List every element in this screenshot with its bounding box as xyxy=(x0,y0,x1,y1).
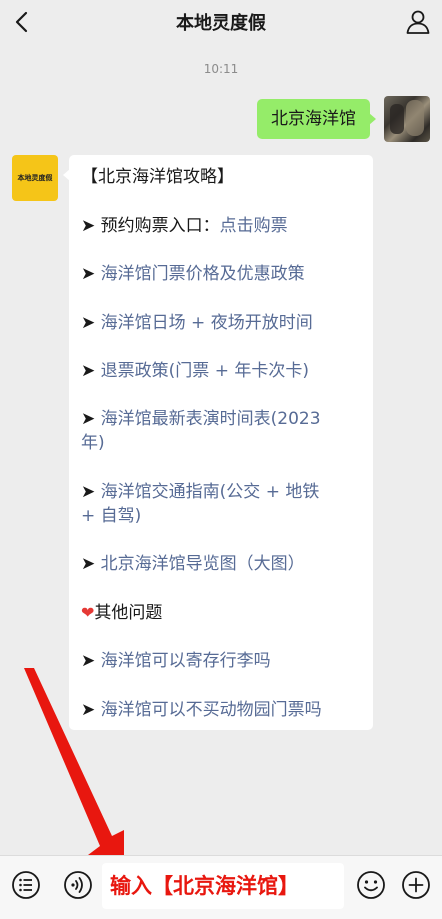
my-message-row: 北京海洋馆 xyxy=(0,96,430,144)
annotation-arrow-icon xyxy=(24,668,124,880)
transport-guide-link[interactable]: 海洋馆交通指南(公交 + 地铁 xyxy=(101,482,320,502)
my-message-bubble[interactable]: 北京海洋馆 xyxy=(257,99,376,139)
list-item: ➤ 退票政策(门票 + 年卡次卡) xyxy=(81,359,363,383)
message-timestamp: 10:11 xyxy=(203,62,239,76)
list-item: ➤ 海洋馆门票价格及优惠政策 xyxy=(81,262,363,286)
input-bar: 输入【北京海洋馆】 xyxy=(0,855,442,919)
emoji-icon[interactable] xyxy=(356,870,386,900)
list-item-continuation: + 自驾) xyxy=(81,504,363,528)
arrow-bullet-icon: ➤ xyxy=(81,216,96,236)
my-avatar[interactable] xyxy=(384,96,430,142)
person-icon[interactable] xyxy=(404,8,432,36)
show-schedule-link[interactable]: 海洋馆最新表演时间表(2023 xyxy=(101,409,321,429)
arrow-bullet-icon: ➤ xyxy=(81,482,96,502)
menu-list-icon[interactable] xyxy=(11,870,41,900)
map-link[interactable]: 北京海洋馆导览图（大图） xyxy=(101,554,305,574)
guide-heading: 【北京海洋馆攻略】 xyxy=(81,167,234,187)
show-schedule-link-cont[interactable]: 年) xyxy=(81,433,105,453)
arrow-bullet-icon: ➤ xyxy=(81,409,96,429)
voice-icon[interactable] xyxy=(63,870,93,900)
ticket-price-link[interactable]: 海洋馆门票价格及优惠政策 xyxy=(101,264,305,284)
chat-title: 本地灵度假 xyxy=(176,13,266,34)
top-bar: 本地灵度假 xyxy=(0,0,442,44)
arrow-bullet-icon: ➤ xyxy=(81,264,96,284)
list-item: ➤ 海洋馆日场 + 夜场开放时间 xyxy=(81,311,363,335)
bot-message-bubble: 【北京海洋馆攻略】 ➤ 预约购票入口：点击购票 ➤ 海洋馆门票价格及优惠政策 ➤… xyxy=(63,155,373,730)
heart-icon: ❤ xyxy=(81,603,95,622)
arrow-bullet-icon: ➤ xyxy=(81,313,96,333)
arrow-bullet-icon: ➤ xyxy=(81,554,96,574)
transport-guide-link-cont[interactable]: + 自驾) xyxy=(81,506,141,526)
official-account-avatar[interactable]: 本地灵度假 xyxy=(12,155,58,201)
list-item-continuation: 年) xyxy=(81,431,363,455)
message-input[interactable]: 输入【北京海洋馆】 xyxy=(102,863,344,909)
list-item: ➤ 海洋馆交通指南(公交 + 地铁 xyxy=(81,480,363,504)
other-questions-heading: ❤其他问题 xyxy=(81,603,163,623)
opening-hours-link[interactable]: 海洋馆日场 + 夜场开放时间 xyxy=(101,313,313,333)
plus-icon[interactable] xyxy=(401,870,431,900)
list-item: ➤ 海洋馆最新表演时间表(2023 xyxy=(81,407,363,431)
list-item: ➤ 预约购票入口：点击购票 xyxy=(81,216,288,236)
arrow-bullet-icon: ➤ xyxy=(81,361,96,381)
list-item: ➤ 北京海洋馆导览图（大图） xyxy=(81,552,363,576)
refund-policy-link[interactable]: 退票政策(门票 + 年卡次卡) xyxy=(101,361,309,381)
chat-screen: 本地灵度假 10:11 北京海洋馆 本地灵度假 【北京海洋馆攻略】 ➤ 预约购票… xyxy=(0,0,442,919)
buy-ticket-link[interactable]: 点击购票 xyxy=(220,216,288,236)
